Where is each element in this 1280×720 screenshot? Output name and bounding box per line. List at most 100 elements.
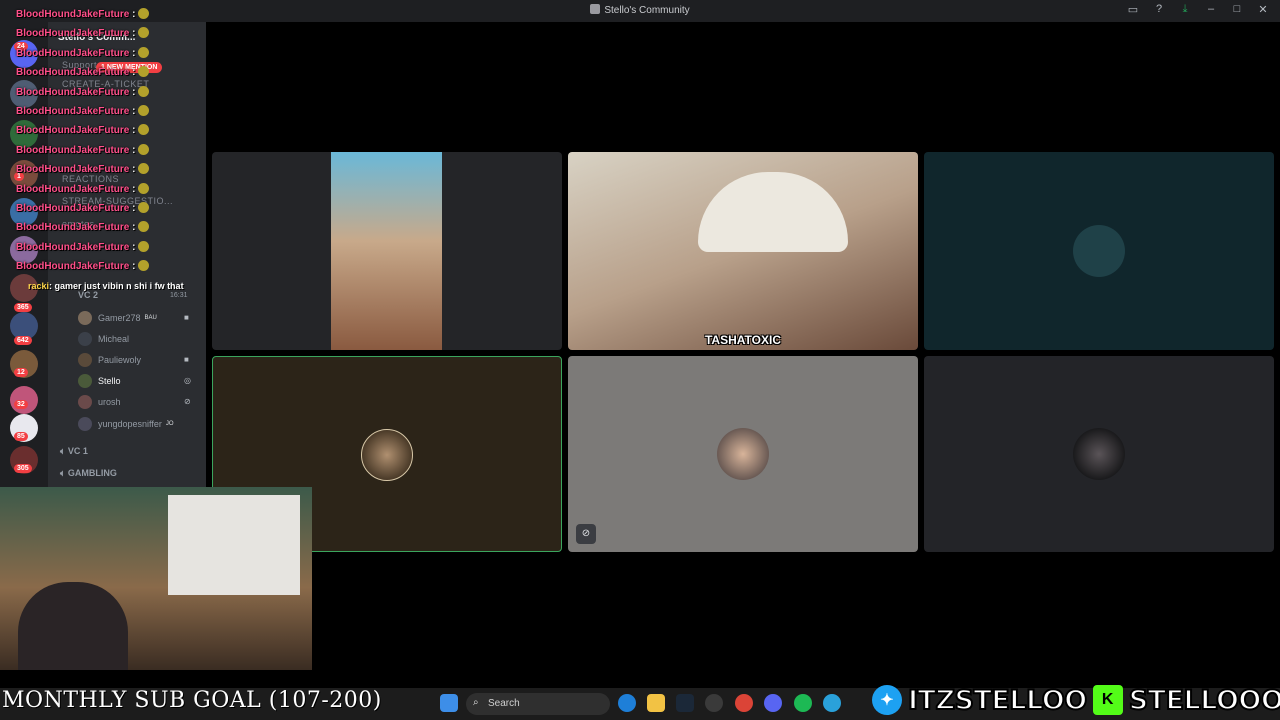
- close-icon[interactable]: ✕: [1256, 3, 1270, 16]
- chat-message: racki: gamer just vibin n shi i fw that: [28, 281, 184, 291]
- participant-video: [331, 152, 442, 350]
- muted-mic-icon[interactable]: ⊘: [576, 524, 596, 544]
- voice-member[interactable]: Pauliewoly: [78, 352, 141, 368]
- participant-video: [698, 172, 848, 252]
- maximize-icon[interactable]: □: [1230, 3, 1244, 16]
- streamer: [18, 582, 128, 670]
- voice-member[interactable]: urosh: [78, 394, 121, 410]
- sub-goal-text: MONTHLY SUB GOAL (107-200): [2, 688, 382, 713]
- emote-icon: [138, 260, 150, 272]
- taskbar-search[interactable]: ⌕ Search: [466, 693, 610, 715]
- unread-badge: 365: [14, 303, 32, 312]
- unread-badge: 642: [14, 336, 32, 345]
- twitter-icon: ✦: [872, 685, 902, 715]
- emote-icon: [138, 66, 150, 78]
- chat-message: BloodHoundJakeFuture :: [16, 66, 150, 78]
- discord-icon[interactable]: [764, 694, 782, 712]
- emote-icon: [138, 8, 150, 19]
- chat-message: BloodHoundJakeFuture :: [16, 85, 150, 98]
- spotify-icon[interactable]: [794, 694, 812, 712]
- chat-message: BloodHoundJakeFuture :: [16, 221, 150, 233]
- chat-message: BloodHoundJakeFuture :: [16, 8, 150, 20]
- member-tag: BAU: [144, 315, 157, 321]
- search-icon: ⌕: [473, 697, 479, 708]
- chat-message: BloodHoundJakeFuture :: [16, 27, 150, 39]
- titlebar-controls: ▭ ? ⤓ – □ ✕: [1126, 3, 1270, 16]
- chrome-icon[interactable]: [735, 694, 753, 712]
- avatar: [78, 332, 92, 346]
- chat-message: BloodHoundJakeFuture :: [16, 143, 150, 156]
- emote-icon: [138, 124, 150, 136]
- whiteboard: [168, 495, 300, 595]
- chat-message: BloodHoundJakeFuture :: [16, 260, 150, 272]
- emote-icon: [138, 240, 150, 252]
- camera-icon: ■: [184, 355, 189, 364]
- unread-badge: 12: [14, 368, 28, 377]
- streamer-webcam: [0, 487, 312, 670]
- emote-icon: [138, 46, 150, 58]
- window-title: Stello's Community: [0, 4, 1280, 16]
- unread-badge: 305: [14, 464, 32, 473]
- video-tile[interactable]: ⊘: [568, 356, 918, 552]
- screen-share-icon: ◎: [184, 376, 191, 385]
- window-titlebar: Stello's Community ▭ ? ⤓ – □ ✕: [0, 0, 1280, 22]
- emote-icon: [138, 105, 150, 116]
- member-tag: JO: [165, 421, 174, 427]
- chat-message: BloodHoundJakeFuture :: [16, 46, 150, 59]
- file-explorer-icon[interactable]: [647, 694, 665, 712]
- avatar: [78, 311, 92, 325]
- kick-handle: STELLOOO: [1128, 684, 1280, 717]
- help-icon[interactable]: ?: [1152, 3, 1166, 16]
- avatar: [361, 429, 413, 481]
- speaker-icon: 🔈︎: [60, 446, 68, 456]
- inbox-icon[interactable]: ▭: [1126, 3, 1140, 16]
- voice-channel-gambling[interactable]: 🔈︎ GAMBLING: [60, 468, 117, 479]
- participant-name: TASHATOXIC: [704, 333, 781, 347]
- deafened-icon: ⊘: [184, 397, 191, 406]
- voice-member[interactable]: Stello: [78, 373, 121, 389]
- video-tile[interactable]: [212, 152, 562, 350]
- windows-start-icon[interactable]: [440, 694, 458, 712]
- avatar: [1073, 428, 1125, 480]
- avatar: [1073, 225, 1125, 277]
- telegram-icon[interactable]: [823, 694, 841, 712]
- avatar: [78, 374, 92, 388]
- kick-icon: K: [1092, 685, 1123, 715]
- avatar: [78, 395, 92, 409]
- video-tile[interactable]: [924, 356, 1274, 552]
- chat-message: BloodHoundJakeFuture :: [16, 105, 150, 117]
- voice-member[interactable]: yungdopesniffer JO: [78, 416, 174, 432]
- speaker-icon: 🔈︎: [60, 468, 68, 478]
- voice-member[interactable]: Gamer278 BAU: [78, 310, 157, 326]
- voice-channel-vc1[interactable]: 🔈︎ VC 1: [60, 446, 88, 457]
- emote-icon: [138, 163, 150, 175]
- chat-message: BloodHoundJakeFuture :: [16, 163, 150, 175]
- emote-icon: [138, 27, 150, 39]
- social-handles: ✦ ITZSTELLOO K STELLOOO: [872, 680, 1280, 720]
- emote-icon: [138, 85, 150, 97]
- video-tile[interactable]: [924, 152, 1274, 350]
- camera-icon: ■: [184, 313, 189, 322]
- download-icon[interactable]: ⤓: [1178, 3, 1192, 16]
- emote-icon: [138, 143, 150, 155]
- chat-message: BloodHoundJakeFuture :: [16, 182, 150, 195]
- voice-member[interactable]: Micheal: [78, 331, 129, 347]
- video-tile[interactable]: TASHATOXIC: [568, 152, 918, 350]
- twitter-handle: ITZSTELLOO: [907, 684, 1088, 717]
- chat-message: BloodHoundJakeFuture :: [16, 124, 150, 136]
- edge-icon[interactable]: [618, 694, 636, 712]
- app-logo-icon: [590, 4, 601, 14]
- app-icon[interactable]: [705, 694, 723, 712]
- emote-icon: [138, 182, 150, 194]
- call-elapsed-time: 16:31: [170, 292, 188, 299]
- emote-icon: [138, 202, 150, 213]
- minimize-icon[interactable]: –: [1204, 3, 1218, 16]
- chat-message: BloodHoundJakeFuture :: [16, 202, 150, 214]
- avatar: [78, 417, 92, 431]
- emote-icon: [138, 221, 150, 233]
- voice-channel-vc2[interactable]: VC 2: [78, 290, 98, 300]
- steam-icon[interactable]: [676, 694, 694, 712]
- unread-badge: 85: [14, 432, 28, 441]
- unread-badge: 32: [14, 400, 28, 409]
- chat-message: BloodHoundJakeFuture :: [16, 240, 150, 253]
